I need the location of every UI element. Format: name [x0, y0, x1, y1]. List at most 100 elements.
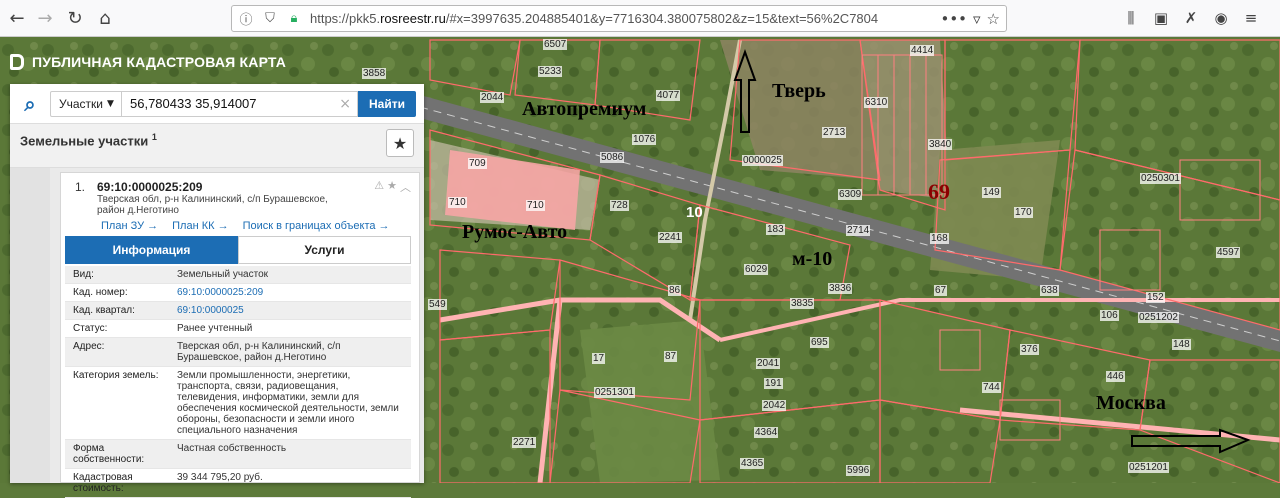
label-avtopremium: Автопремиум	[522, 98, 647, 120]
forward-icon[interactable]: →	[32, 6, 58, 30]
parcel-number: 6507	[543, 39, 568, 50]
library-icon[interactable]: ⫼	[1120, 6, 1142, 30]
url-prefix: https://pkk5.	[310, 11, 381, 26]
parcel-number: 549	[428, 299, 447, 310]
warning-icon[interactable]: ⚠	[374, 179, 384, 195]
parcel-number: 168	[930, 233, 949, 244]
tab-services[interactable]: Услуги	[238, 236, 411, 264]
result-address: Тверская обл, р-н Калининский, с/п Бураш…	[97, 194, 328, 216]
info-value: Ранее учтенный	[177, 323, 253, 334]
parcel-number: 2714	[846, 225, 871, 236]
parcel-number: 2713	[822, 127, 847, 138]
result-index: 1.	[75, 180, 86, 194]
star-icon[interactable]: ★	[387, 179, 397, 195]
tab-info[interactable]: Информация	[65, 236, 238, 264]
browser-toolbar: ← → ↻ ⌂ ⓘ ⛉ 🔒︎ https://pkk5.rosreestr.ru…	[0, 0, 1280, 37]
parcel-number: 710	[448, 197, 467, 208]
info-row: Категория земель: Земли промышленности, …	[65, 367, 411, 440]
parcel-number: 87	[664, 351, 678, 362]
search-input[interactable]: 56,780433 35,914007 ×	[122, 90, 358, 117]
info-key: Статус:	[73, 323, 108, 334]
info-key: Форма собственности:	[73, 443, 145, 465]
url-text[interactable]: https://pkk5.rosreestr.ru/#x=3997635.204…	[310, 11, 940, 26]
info-row: Кад. квартал: 69:10:0000025	[65, 302, 411, 320]
parcel-number: 0251202	[1138, 312, 1179, 323]
parcel-number: 710	[526, 200, 545, 211]
search-icon[interactable]: ⌕	[10, 92, 50, 116]
parcel-number: 0251201	[1128, 462, 1169, 473]
info-row: Адрес: Тверская обл, р-н Калининский, с/…	[65, 338, 411, 367]
extension-x-icon[interactable]: ✗	[1180, 6, 1202, 30]
shield-icon[interactable]: ⛉	[260, 9, 280, 29]
info-value-link[interactable]: 69:10:0000025:209	[177, 287, 411, 298]
parcel-number: 728	[610, 200, 629, 211]
parcel-number: 17	[592, 353, 606, 364]
search-type-select[interactable]: Участки ▼	[50, 90, 122, 117]
info-value-link[interactable]: 69:10:0000025	[177, 305, 411, 316]
parcel-number: 4414	[910, 45, 935, 56]
url-domain: rosreestr.ru	[380, 11, 446, 26]
info-row: Кад. номер: 69:10:0000025:209	[65, 284, 411, 302]
parcel-number: 149	[982, 187, 1001, 198]
info-icon[interactable]: ⓘ	[236, 9, 256, 29]
parcel-number: 86	[668, 285, 682, 296]
menu-icon[interactable]: ≡	[1240, 6, 1262, 30]
parcel-number: 4077	[656, 90, 681, 101]
parcel-number: 3835	[790, 298, 815, 309]
parcel-number: 446	[1106, 371, 1125, 382]
reload-icon[interactable]: ↻	[62, 6, 88, 30]
parcel-number: 744	[982, 382, 1001, 393]
result-card[interactable]: 1. 69:10:0000025:209 Тверская обл, р-н К…	[60, 172, 420, 498]
lock-icon[interactable]: 🔒︎	[284, 9, 304, 29]
clear-icon[interactable]: ×	[339, 96, 351, 112]
parcel-number: 4364	[754, 427, 779, 438]
parcel-number: 183	[766, 224, 785, 235]
home-icon[interactable]: ⌂	[92, 6, 118, 30]
info-key: Адрес:	[73, 341, 105, 352]
search-type-label: Участки	[59, 96, 103, 111]
results-title-text: Земельные участки	[20, 133, 149, 149]
plan-zu-link[interactable]: План ЗУ →	[101, 220, 158, 232]
search-row: ⌕ Участки ▼ 56,780433 35,914007 × Найти	[10, 84, 424, 124]
account-icon[interactable]: ◉	[1210, 6, 1232, 30]
sidebar-icon[interactable]: ▣	[1150, 6, 1172, 30]
parcel-number: 148	[1172, 339, 1191, 350]
search-in-bounds-link[interactable]: Поиск в границах объекта →	[243, 220, 390, 232]
info-key: Кадастровая стоимость:	[73, 472, 133, 494]
parcel-number: 106	[1100, 310, 1119, 321]
result-cadastral-id[interactable]: 69:10:0000025:209	[97, 180, 202, 194]
parcel-number: 2241	[658, 232, 683, 243]
parcel-number: 0251301	[594, 387, 635, 398]
parcel-number: 5086	[600, 152, 625, 163]
parcel-number: 3858	[362, 68, 387, 79]
info-row: Статус: Ранее учтенный	[65, 320, 411, 338]
address-bar[interactable]: ⓘ ⛉ 🔒︎ https://pkk5.rosreestr.ru/#x=3997…	[231, 5, 1007, 32]
results-count: 1	[151, 132, 157, 142]
search-button[interactable]: Найти	[358, 90, 416, 117]
pocket-icon[interactable]: ▿	[973, 10, 981, 28]
parcel-number: 0250301	[1140, 173, 1181, 184]
parcel-number: 3836	[828, 283, 853, 294]
page-actions-icon[interactable]: •••	[940, 10, 967, 28]
parcel-number: 2042	[762, 400, 787, 411]
parcel-number: 6029	[744, 264, 769, 275]
chevron-up-icon[interactable]: ︿	[400, 179, 411, 195]
back-icon[interactable]: ←	[4, 6, 30, 30]
results-gutter	[10, 168, 50, 483]
parcel-number: 4597	[1216, 247, 1241, 258]
search-query: 56,780433 35,914007	[130, 96, 257, 111]
parcel-number: 6310	[864, 97, 889, 108]
bookmark-star-icon[interactable]: ☆	[987, 10, 1000, 28]
info-key: Вид:	[73, 269, 94, 280]
info-key: Категория земель:	[73, 370, 159, 381]
parcel-number: 0000025	[742, 155, 783, 166]
info-value: Тверская обл, р-н Калининский, с/п Бураш…	[177, 341, 341, 363]
plan-kk-link[interactable]: План КК →	[172, 220, 228, 232]
app-title: ПУБЛИЧНАЯ КАДАСТРОВАЯ КАРТА	[32, 54, 287, 70]
favorite-star-button[interactable]: ★	[386, 129, 414, 157]
parcel-number: 3840	[928, 139, 953, 150]
parcel-number: 2044	[480, 92, 505, 103]
parcel-number: 638	[1040, 285, 1059, 296]
label-69: 69	[928, 179, 950, 204]
parcel-number: 152	[1146, 292, 1165, 303]
